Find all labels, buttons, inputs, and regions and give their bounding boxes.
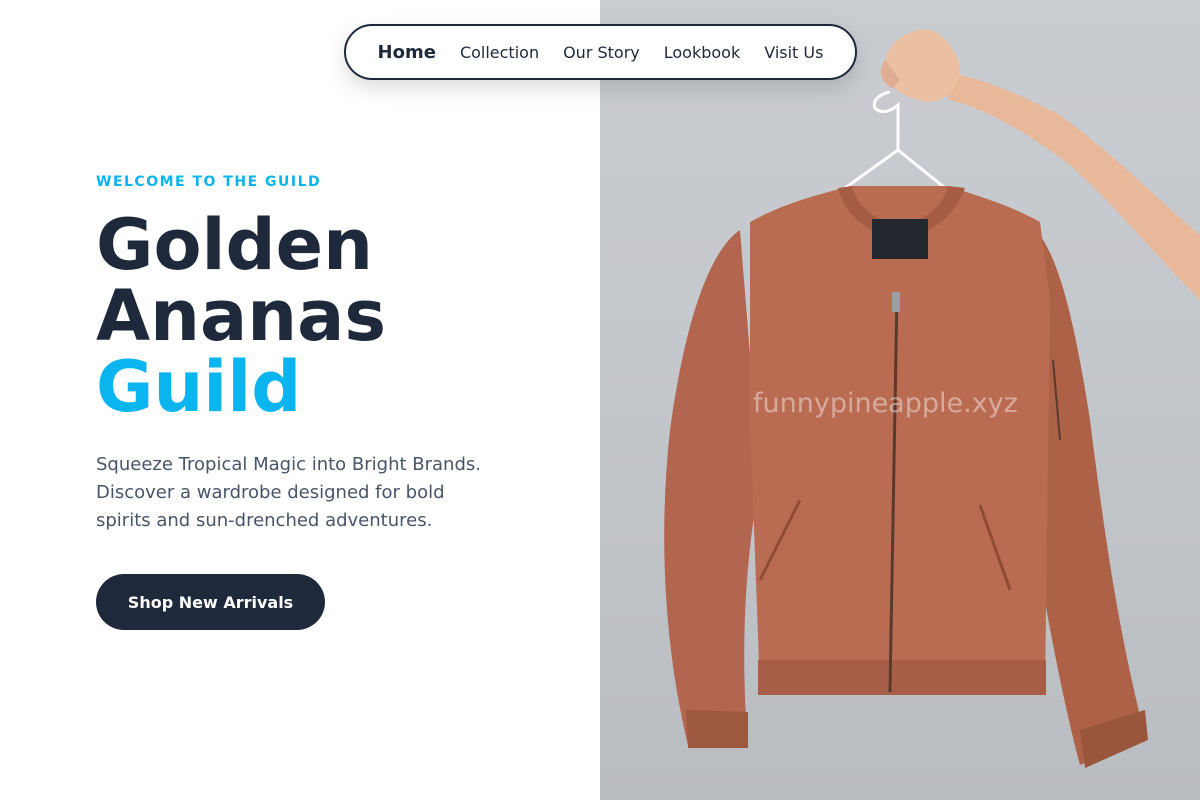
hero-title-accent: Guild bbox=[96, 346, 302, 428]
left-sleeve-shape bbox=[664, 230, 760, 745]
shop-new-arrivals-button[interactable]: Shop New Arrivals bbox=[96, 574, 325, 630]
nav-link-lookbook[interactable]: Lookbook bbox=[652, 43, 752, 62]
jacket-body-shape bbox=[750, 186, 1050, 690]
watermark-text: funnypineapple.xyz bbox=[753, 388, 1018, 419]
nav-link-home[interactable]: Home bbox=[366, 42, 448, 63]
hand-shape bbox=[885, 29, 960, 102]
hanger-hook bbox=[872, 90, 900, 150]
nav-link-collection[interactable]: Collection bbox=[448, 43, 551, 62]
hero-title-line-2: Ananas bbox=[96, 275, 386, 357]
hero-title: Golden Ananas Guild bbox=[96, 210, 386, 423]
zipper-pull-shape bbox=[892, 292, 900, 312]
hero-description: Squeeze Tropical Magic into Bright Brand… bbox=[96, 454, 481, 531]
main-nav: Home Collection Our Story Lookbook Visit… bbox=[344, 24, 857, 80]
nav-link-visit-us[interactable]: Visit Us bbox=[752, 43, 835, 62]
jacket-label-shape bbox=[872, 219, 928, 259]
hero-title-line-1: Golden bbox=[96, 204, 373, 286]
waistband-shape bbox=[758, 660, 1046, 695]
nav-link-our-story[interactable]: Our Story bbox=[551, 43, 652, 62]
hero-eyebrow: WELCOME TO THE GUILD bbox=[96, 174, 322, 190]
hanger-shape bbox=[840, 148, 950, 190]
